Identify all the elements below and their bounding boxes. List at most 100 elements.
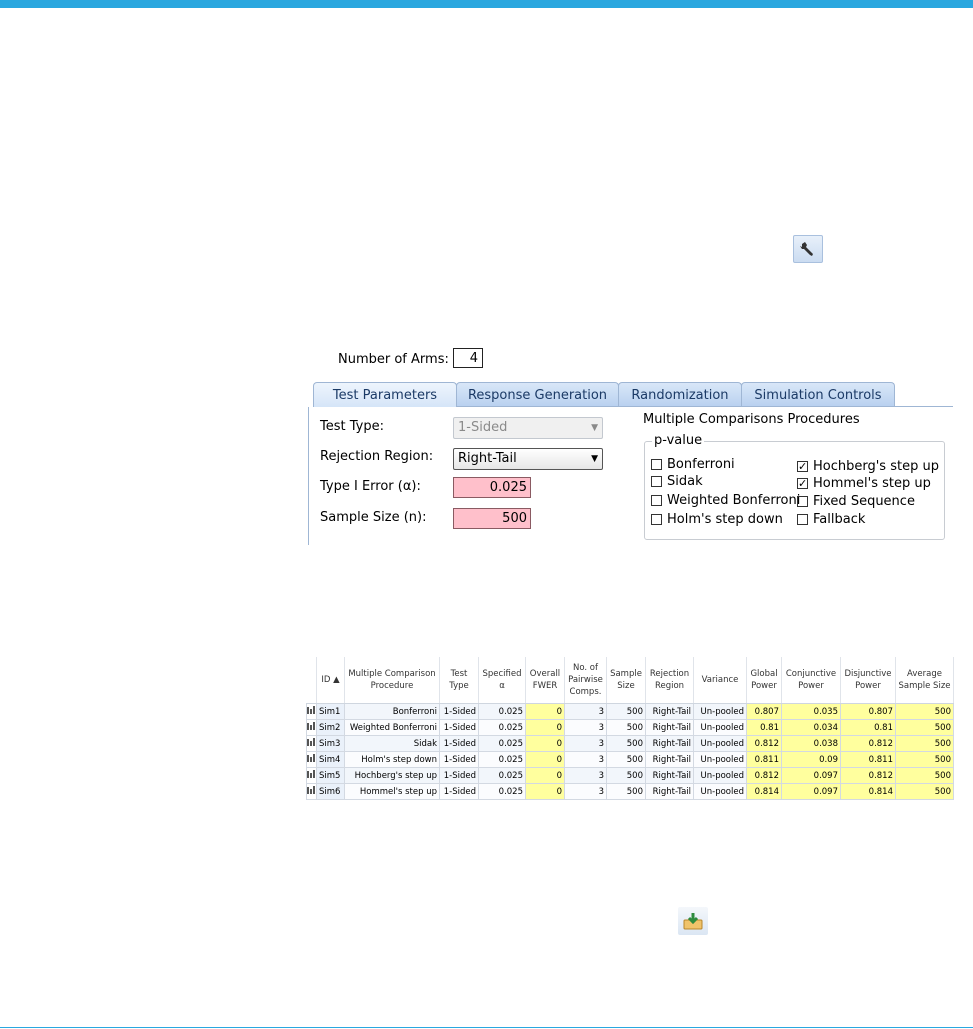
cell-mcp: Hommel's step up	[344, 783, 440, 800]
row-design-icon-cell[interactable]	[306, 767, 317, 784]
sample-size-input[interactable]: 500	[453, 508, 531, 529]
cell-fwer: 0	[525, 767, 565, 784]
cell-disjunctive-power: 0.812	[840, 767, 896, 784]
tab-simulation-controls[interactable]: Simulation Controls	[741, 382, 895, 407]
row-design-icon-cell[interactable]	[306, 703, 317, 720]
chevron-down-icon: ▼	[591, 454, 598, 464]
checkbox-box-checked[interactable]: ✓	[797, 461, 808, 472]
checkbox-box[interactable]	[797, 514, 808, 525]
design-settings-button[interactable]	[793, 235, 823, 263]
tab-response-generation[interactable]: Response Generation	[456, 382, 619, 407]
table-row[interactable]: Sim6 Hommel's step up 1-Sided 0.025 0 3 500 Rig…	[306, 783, 954, 800]
cell-disjunctive-power: 0.812	[840, 735, 896, 752]
table-row[interactable]: Sim1 Bonferroni 1-Sided 0.025 0 3 500 Right-Tai…	[306, 703, 954, 720]
design-icon	[307, 769, 315, 778]
cell-conjunctive-power: 0.035	[781, 703, 841, 720]
col-header-test-type[interactable]: Test Type	[439, 657, 479, 704]
checkbox-box-checked[interactable]: ✓	[797, 478, 808, 489]
cell-rejection: Right-Tail	[645, 783, 694, 800]
wrench-icon	[800, 242, 813, 256]
col-header-alpha[interactable]: Specified α	[478, 657, 526, 704]
checkbox-label: Hommel's step up	[813, 476, 931, 491]
cell-variance: Un-pooled	[693, 735, 747, 752]
chevron-down-icon: ▼	[591, 423, 598, 433]
checkbox-sidak[interactable]: Sidak	[651, 474, 703, 489]
cell-test-type: 1-Sided	[439, 703, 479, 720]
cell-conjunctive-power: 0.038	[781, 735, 841, 752]
cell-avg-sample-size: 500	[895, 767, 954, 784]
col-header-id[interactable]: ID ▲	[316, 657, 345, 704]
cell-variance: Un-pooled	[693, 703, 747, 720]
checkbox-label: Holm's step down	[667, 512, 783, 527]
checkbox-fixed-sequence[interactable]: Fixed Sequence	[797, 494, 915, 509]
col-header-global-power[interactable]: Global Power	[746, 657, 782, 704]
checkbox-box[interactable]	[797, 496, 808, 507]
cell-global-power: 0.812	[746, 767, 782, 784]
row-design-icon-cell[interactable]	[306, 751, 317, 768]
cell-global-power: 0.812	[746, 735, 782, 752]
type-i-error-label: Type I Error (α):	[320, 479, 421, 494]
cell-avg-sample-size: 500	[895, 719, 954, 736]
row-design-icon-cell[interactable]	[306, 719, 317, 736]
checkbox-box[interactable]	[651, 495, 662, 506]
cell-comps: 3	[564, 735, 607, 752]
col-header-variance[interactable]: Variance	[693, 657, 747, 704]
table-row[interactable]: Sim5 Hochberg's step up 1-Sided 0.025 0 3 500 R…	[306, 767, 954, 784]
table-row[interactable]: Sim3 Sidak 1-Sided 0.025 0 3 500 Right-Tail Un-p…	[306, 735, 954, 752]
cell-fwer: 0	[525, 703, 565, 720]
table-row[interactable]: Sim2 Weighted Bonferroni 1-Sided 0.025 0 3 500…	[306, 719, 954, 736]
row-design-icon-cell[interactable]	[306, 783, 317, 800]
col-header-avg-sample-size[interactable]: Average Sample Size	[895, 657, 954, 704]
checkbox-box[interactable]	[651, 459, 662, 470]
cell-rejection: Right-Tail	[645, 719, 694, 736]
cell-alpha: 0.025	[478, 767, 526, 784]
table-header-row: ID ▲ Multiple Comparison Procedure Test …	[306, 657, 954, 704]
cell-id: Sim5	[316, 767, 345, 784]
checkbox-weighted-bonferroni[interactable]: Weighted Bonferroni	[651, 493, 800, 508]
cell-test-type: 1-Sided	[439, 735, 479, 752]
cell-conjunctive-power: 0.09	[781, 751, 841, 768]
bottom-accent-line	[0, 1027, 973, 1028]
cell-variance: Un-pooled	[693, 767, 747, 784]
type-i-error-input[interactable]: 0.025	[453, 477, 531, 498]
tab-test-parameters[interactable]: Test Parameters	[313, 382, 457, 407]
save-to-workbook-button[interactable]	[678, 907, 708, 935]
col-header-conjunctive-power[interactable]: Conjunctive Power	[781, 657, 841, 704]
checkbox-hochberg[interactable]: ✓ Hochberg's step up	[797, 459, 939, 474]
number-of-arms-input[interactable]: 4	[453, 348, 483, 368]
cell-rejection: Right-Tail	[645, 767, 694, 784]
cell-mcp: Weighted Bonferroni	[344, 719, 440, 736]
table-row[interactable]: Sim4 Holm's step down 1-Sided 0.025 0 3 500 Rig…	[306, 751, 954, 768]
rejection-region-value: Right-Tail	[458, 451, 517, 466]
col-header-icon	[306, 657, 317, 704]
design-icon	[307, 785, 315, 794]
panel-border	[308, 407, 309, 545]
cell-id: Sim3	[316, 735, 345, 752]
col-header-mcp[interactable]: Multiple Comparison Procedure	[344, 657, 440, 704]
simulation-results-table: ID ▲ Multiple Comparison Procedure Test …	[306, 657, 954, 800]
rejection-region-select[interactable]: Right-Tail ▼	[453, 448, 603, 470]
cell-test-type: 1-Sided	[439, 767, 479, 784]
checkbox-fallback[interactable]: Fallback	[797, 512, 865, 527]
checkbox-box[interactable]	[651, 514, 662, 525]
row-design-icon-cell[interactable]	[306, 735, 317, 752]
col-header-rejection[interactable]: Rejection Region	[645, 657, 694, 704]
design-icon	[307, 753, 315, 762]
checkbox-holm[interactable]: Holm's step down	[651, 512, 783, 527]
cell-sample-size: 500	[606, 735, 646, 752]
tab-randomization[interactable]: Randomization	[618, 382, 742, 407]
checkbox-box[interactable]	[651, 476, 662, 487]
col-header-disjunctive-power[interactable]: Disjunctive Power	[840, 657, 896, 704]
cell-sample-size: 500	[606, 751, 646, 768]
cell-global-power: 0.807	[746, 703, 782, 720]
col-header-comps[interactable]: No. of Pairwise Comps.	[564, 657, 607, 704]
test-type-select[interactable]: 1-Sided ▼	[453, 417, 603, 439]
checkbox-hommel[interactable]: ✓ Hommel's step up	[797, 476, 931, 491]
cell-sample-size: 500	[606, 767, 646, 784]
cell-conjunctive-power: 0.034	[781, 719, 841, 736]
cell-conjunctive-power: 0.097	[781, 767, 841, 784]
checkbox-bonferroni[interactable]: Bonferroni	[651, 457, 735, 472]
cell-sample-size: 500	[606, 719, 646, 736]
col-header-sample-size[interactable]: Sample Size	[606, 657, 646, 704]
col-header-fwer[interactable]: Overall FWER	[525, 657, 565, 704]
